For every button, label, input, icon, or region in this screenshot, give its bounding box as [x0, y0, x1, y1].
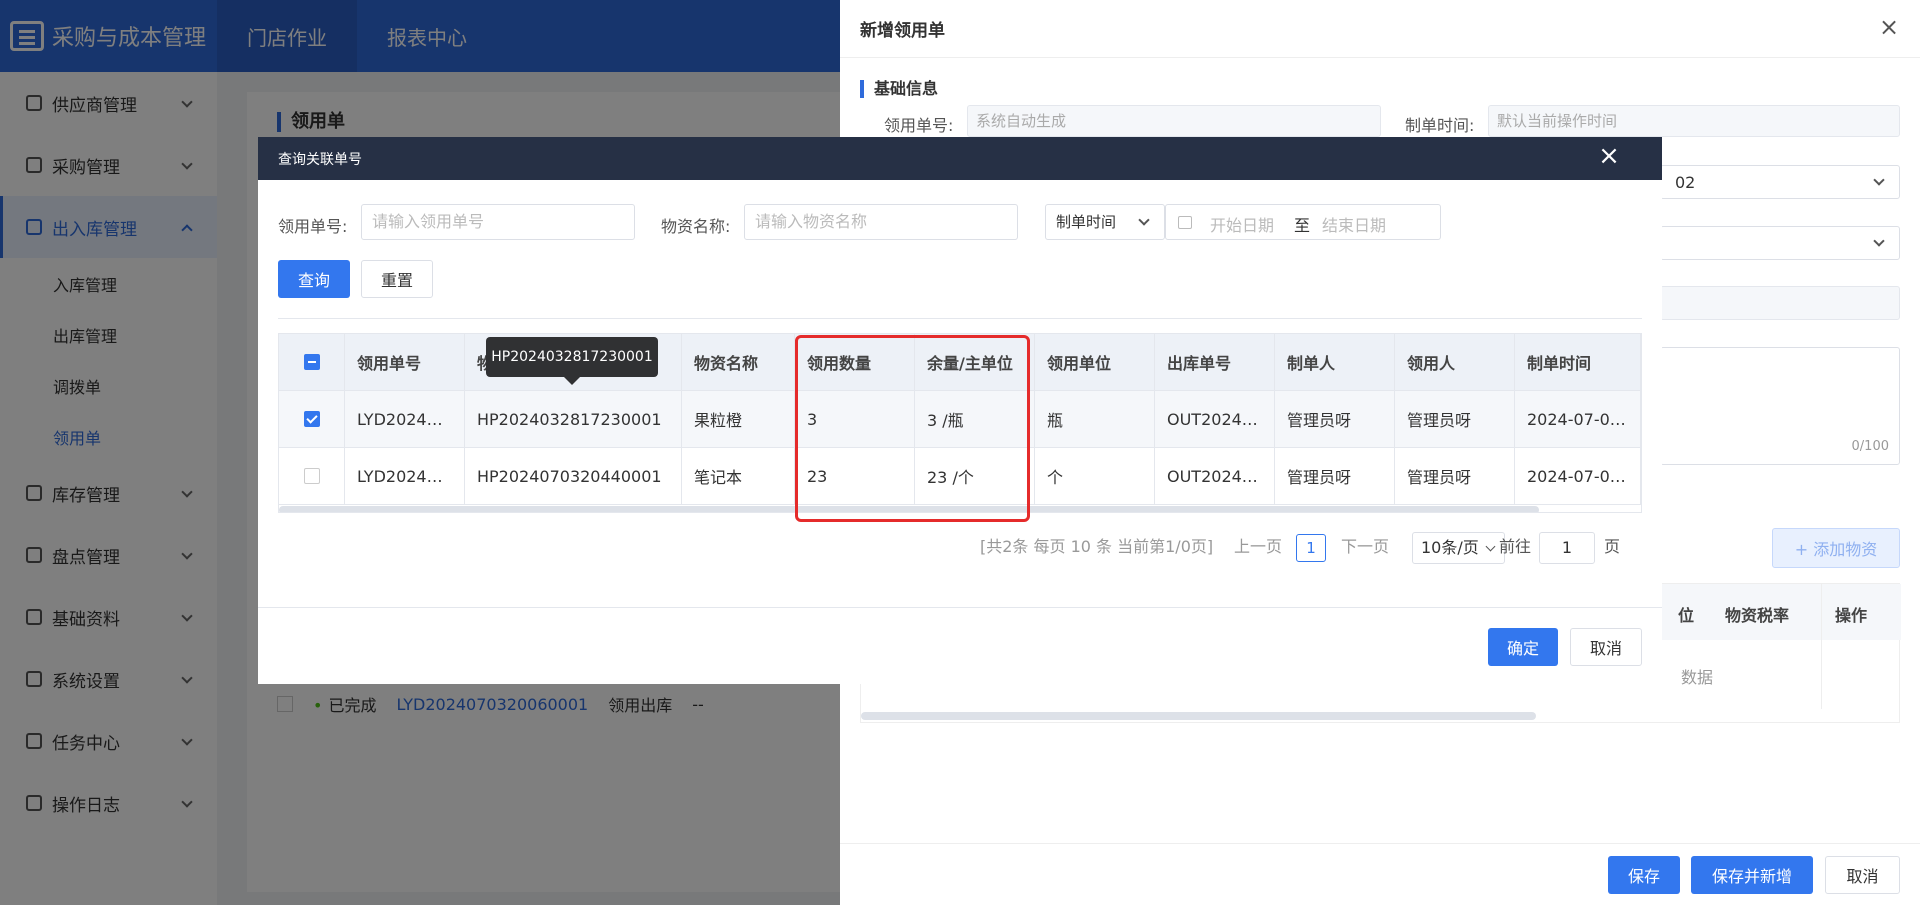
cell-outbound-code: OUT2024…: [1155, 448, 1275, 505]
pager-summary: [共2条 每页 10 条 当前第1/0页]: [980, 537, 1214, 556]
cell-code: LYD2024…: [345, 391, 465, 448]
char-counter: 0/100: [1851, 439, 1889, 454]
save-and-new-button[interactable]: 保存并新增: [1691, 856, 1813, 894]
time-type-select[interactable]: 制单时间: [1045, 204, 1165, 240]
horizontal-scrollbar[interactable]: [861, 712, 1536, 720]
cell-unit: 个: [1035, 448, 1155, 505]
drawer-title: 新增领用单: [840, 0, 1920, 58]
close-icon[interactable]: ×: [1878, 15, 1900, 39]
chevron-down-icon: [1485, 541, 1496, 552]
date-range-picker[interactable]: 开始日期 至 结束日期: [1165, 204, 1441, 240]
modal-header: 查询关联单号 ×: [258, 137, 1662, 180]
page-unit: 页: [1604, 537, 1621, 556]
col-header-op: 操作: [1835, 606, 1868, 625]
close-icon[interactable]: ×: [1596, 143, 1622, 169]
query-button[interactable]: 查询: [278, 260, 350, 298]
col-header-unit: 位: [1678, 606, 1695, 625]
page-size-select[interactable]: 10条/页: [1412, 532, 1505, 564]
divider: [278, 318, 1642, 319]
tooltip: HP2024032817230001: [486, 337, 658, 385]
row-checkbox-cell: [279, 391, 345, 448]
section-title: 基础信息: [860, 80, 938, 98]
row-checkbox[interactable]: [303, 411, 320, 427]
drawer-cancel-button[interactable]: 取消: [1825, 856, 1900, 894]
confirm-button[interactable]: 确定: [1488, 628, 1558, 666]
goto-page-input[interactable]: 1: [1539, 532, 1595, 564]
department-select[interactable]: [1660, 226, 1900, 260]
cell-created-time: 2024-07-0…: [1515, 448, 1641, 505]
range-separator: 至: [1294, 216, 1311, 235]
cell-creator: 管理员呀: [1275, 448, 1395, 505]
cell-code: LYD2024…: [345, 448, 465, 505]
select-value: 制单时间: [1056, 213, 1117, 231]
add-material-button[interactable]: + 添加物资: [1772, 528, 1900, 568]
empty-text: 数据: [1681, 668, 1714, 687]
select-all-checkbox[interactable]: [303, 354, 320, 370]
code-field[interactable]: 系统自动生成: [967, 105, 1381, 137]
chevron-down-icon: [1873, 174, 1885, 186]
filter-code-input[interactable]: 请输入领用单号: [361, 204, 635, 240]
col-header-receiver: 领用人: [1395, 334, 1515, 391]
cell-material-code: HP2024032817230001: [465, 391, 682, 448]
cell-material-code: HP2024070320440001: [465, 448, 682, 505]
page-number-current[interactable]: 1: [1296, 534, 1326, 562]
col-header-outbound-code: 出库单号: [1155, 334, 1275, 391]
cell-creator: 管理员呀: [1275, 391, 1395, 448]
divider: [258, 607, 1662, 608]
col-header-material-name: 物资名称: [682, 334, 795, 391]
start-date[interactable]: 开始日期: [1210, 212, 1274, 236]
cell-receiver: 管理员呀: [1395, 391, 1515, 448]
modal-title: 查询关联单号: [278, 151, 362, 168]
remark-textarea[interactable]: 0/100: [1660, 347, 1900, 465]
filter-name-input[interactable]: 请输入物资名称: [744, 204, 1018, 240]
end-date[interactable]: 结束日期: [1322, 212, 1386, 236]
reset-button[interactable]: 重置: [361, 260, 433, 298]
highlight-box: [795, 335, 1030, 522]
filter-name-label: 物资名称:: [661, 217, 731, 236]
time-field[interactable]: 默认当前操作时间: [1488, 105, 1900, 137]
query-linked-modal: 查询关联单号 × 领用单号: 请输入领用单号 物资名称: 请输入物资名称 制单时…: [258, 137, 1662, 684]
col-header-taxrate: 物资税率: [1725, 606, 1790, 625]
cell-created-time: 2024-07-0…: [1515, 391, 1641, 448]
col-header-creator: 制单人: [1275, 334, 1395, 391]
cell-material-name: 果粒橙: [682, 391, 795, 448]
header-checkbox-cell: [279, 334, 345, 391]
chevron-down-icon: [1873, 235, 1885, 247]
chevron-down-icon: [1138, 214, 1150, 226]
col-header-code: 领用单号: [345, 334, 465, 391]
cell-material-name: 笔记本: [682, 448, 795, 505]
select-value: 10条/页: [1421, 538, 1479, 557]
prev-page-button[interactable]: 上一页: [1234, 533, 1282, 557]
modal-cancel-button[interactable]: 取消: [1570, 628, 1642, 666]
readonly-field: [1660, 286, 1900, 320]
calendar-icon: [1178, 216, 1192, 229]
col-header-created-time: 制单时间: [1515, 334, 1641, 391]
time-label: 制单时间:: [1405, 116, 1475, 135]
cell-unit: 瓶: [1035, 391, 1155, 448]
cell-outbound-code: OUT2024…: [1155, 391, 1275, 448]
cell-receiver: 管理员呀: [1395, 448, 1515, 505]
row-checkbox-cell: [279, 448, 345, 505]
warehouse-select[interactable]: 02: [1660, 165, 1900, 199]
next-page-button[interactable]: 下一页: [1341, 533, 1389, 557]
goto-label: 前往: [1499, 537, 1532, 556]
select-value: 02: [1675, 173, 1696, 192]
save-button[interactable]: 保存: [1608, 856, 1680, 894]
filter-code-label: 领用单号:: [278, 217, 348, 236]
col-header-unit: 领用单位: [1035, 334, 1155, 391]
code-label: 领用单号:: [884, 116, 954, 135]
row-checkbox[interactable]: [303, 468, 320, 484]
